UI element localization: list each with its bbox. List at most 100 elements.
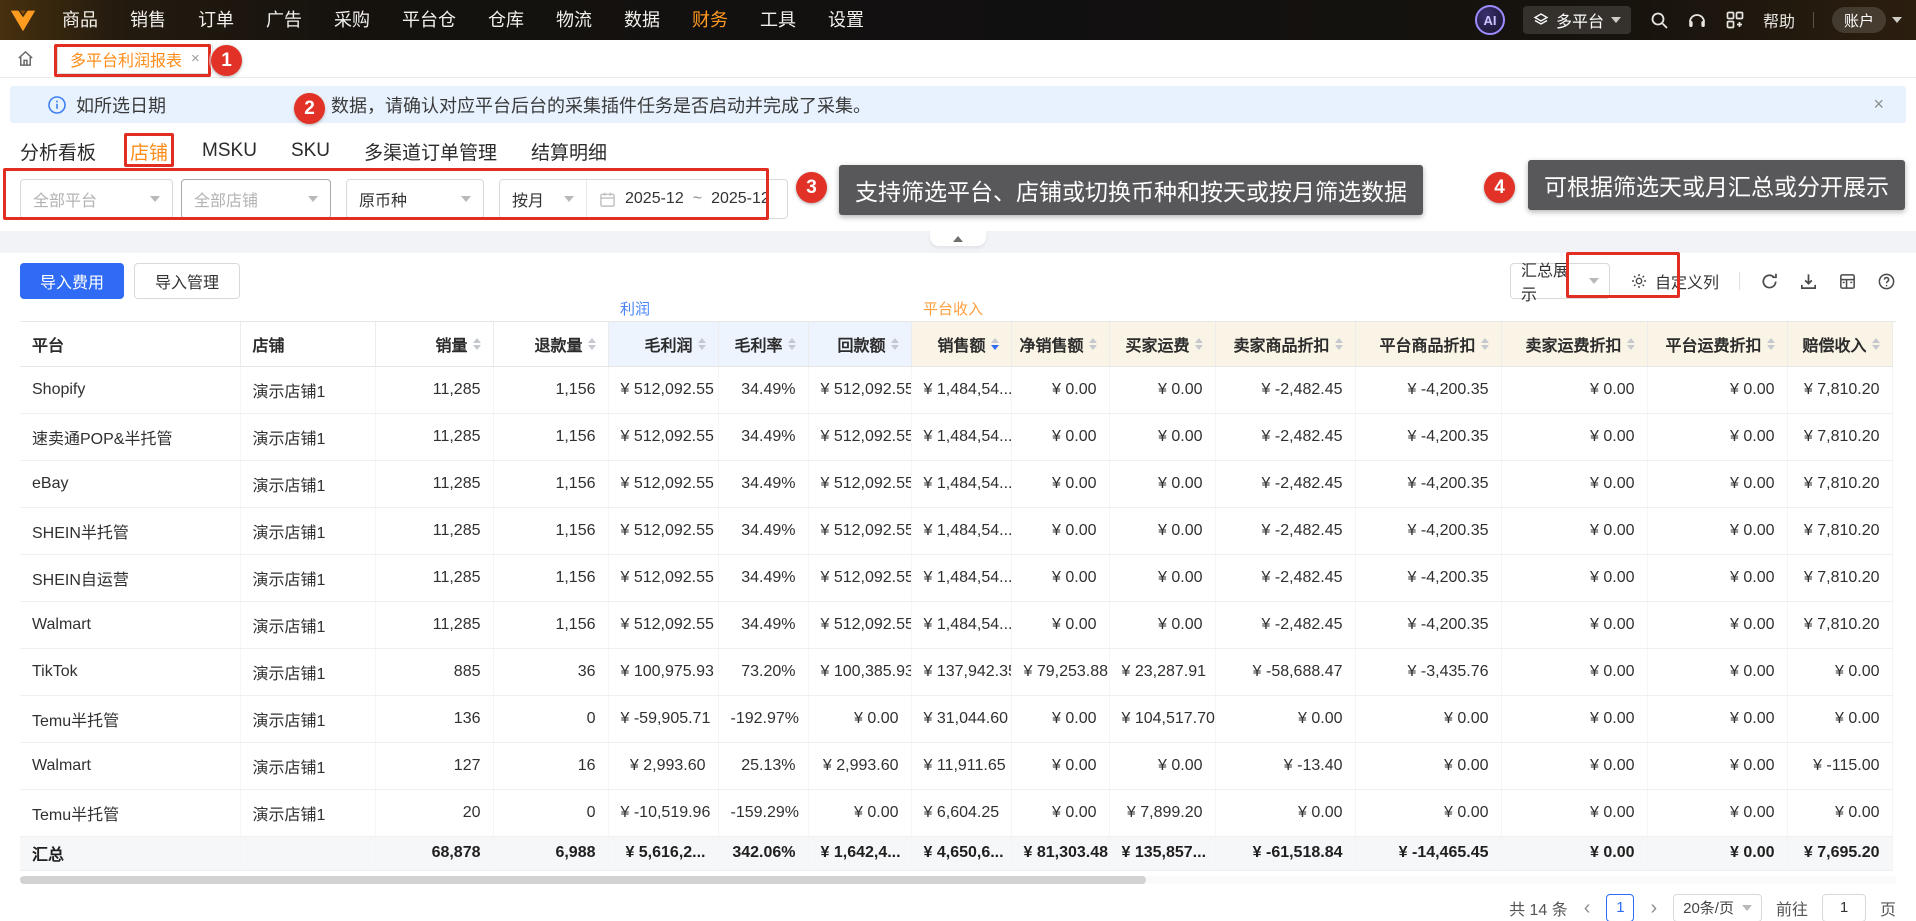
platform-switcher[interactable]: 多平台 — [1523, 6, 1631, 34]
cell-sales_qty: 136 — [375, 695, 493, 742]
cell-platform_shipping_discount: ¥ 0.00 — [1647, 366, 1787, 413]
collapse-filter-button[interactable] — [930, 231, 986, 246]
help-link[interactable]: 帮助 — [1763, 8, 1795, 32]
cell-net_sales: ¥ 0.00 — [1011, 601, 1109, 648]
cell-gross_margin: 34.49% — [718, 413, 808, 460]
sort-carets-icon[interactable] — [891, 338, 899, 350]
subtab-MSKU[interactable]: MSKU — [202, 140, 257, 162]
sort-carets-icon[interactable] — [788, 338, 796, 350]
summary-cell-sales_amount: ¥ 4,650,6... — [911, 836, 1011, 870]
display-mode-select[interactable]: 汇总展示 — [1510, 263, 1610, 299]
nav-item-设置[interactable]: 设置 — [812, 0, 880, 40]
column-header-buyer_shipping[interactable]: 买家运费 — [1109, 322, 1215, 366]
apps-grid-icon[interactable] — [1725, 10, 1745, 30]
subtab-SKU[interactable]: SKU — [291, 140, 330, 162]
report-table-icon[interactable] — [1838, 272, 1857, 291]
download-icon[interactable] — [1799, 272, 1818, 291]
subtab-多渠道订单管理[interactable]: 多渠道订单管理 — [364, 138, 497, 165]
close-icon[interactable]: × — [191, 50, 200, 67]
tab-multi-platform-profit-report[interactable]: 多平台利润报表 × — [57, 44, 213, 74]
date-range-picker[interactable]: 2025-12 ~ 2025-12 — [586, 180, 782, 218]
refresh-icon[interactable] — [1760, 272, 1779, 291]
home-icon[interactable] — [16, 49, 35, 68]
nav-item-数据[interactable]: 数据 — [608, 0, 676, 40]
ai-assistant-button[interactable]: AI — [1475, 5, 1505, 35]
table-row: SHEIN自运营演示店铺111,2851,156¥ 512,092.5534.4… — [20, 554, 1892, 601]
store-filter-select[interactable]: 全部店铺 — [181, 179, 331, 219]
nav-item-销售[interactable]: 销售 — [114, 0, 182, 40]
nav-item-仓库[interactable]: 仓库 — [472, 0, 540, 40]
prev-page-button[interactable]: ‹ — [1582, 898, 1593, 918]
nav-item-平台仓[interactable]: 平台仓 — [386, 0, 472, 40]
sort-carets-icon[interactable] — [1872, 338, 1880, 350]
nav-item-订单[interactable]: 订单 — [182, 0, 250, 40]
sort-carets-icon[interactable] — [1089, 338, 1097, 350]
page-size-select[interactable]: 20条/页 — [1673, 894, 1762, 921]
column-header-payment_amount[interactable]: 回款额 — [808, 322, 911, 366]
sort-carets-icon[interactable] — [1335, 338, 1343, 350]
column-header-net_sales[interactable]: 净销售额 — [1011, 322, 1109, 366]
sort-carets-icon[interactable] — [1481, 338, 1489, 350]
horizontal-scrollbar[interactable] — [20, 876, 1896, 884]
next-page-button[interactable]: › — [1648, 898, 1659, 918]
sort-carets-icon[interactable] — [473, 338, 481, 350]
subtab-结算明细[interactable]: 结算明细 — [531, 138, 607, 165]
headset-icon[interactable] — [1687, 10, 1707, 30]
column-header-platform_shipping_discount[interactable]: 平台运费折扣 — [1647, 322, 1787, 366]
cell-gross_profit: ¥ 512,092.55 — [608, 413, 718, 460]
column-header-sales_qty[interactable]: 销量 — [375, 322, 493, 366]
subtab-店铺[interactable]: 店铺 — [130, 138, 168, 165]
scrollbar-thumb[interactable] — [20, 876, 1146, 884]
sort-carets-icon[interactable] — [1627, 338, 1635, 350]
column-header-seller_item_discount[interactable]: 卖家商品折扣 — [1215, 322, 1355, 366]
import-expense-button[interactable]: 导入费用 — [20, 263, 124, 299]
summary-cell-gross_profit: ¥ 5,616,2... — [608, 836, 718, 870]
column-header-sales_amount[interactable]: 销售额 — [911, 322, 1011, 366]
cell-gross_profit: ¥ 512,092.55 — [608, 601, 718, 648]
import-manage-button[interactable]: 导入管理 — [134, 263, 240, 299]
column-label: 平台运费折扣 — [1665, 332, 1761, 356]
currency-filter-select[interactable]: 原币种 — [346, 179, 484, 219]
summary-cell-refund_qty: 6,988 — [493, 836, 608, 870]
column-header-seller_shipping_discount[interactable]: 卖家运费折扣 — [1501, 322, 1647, 366]
column-header-gross_margin[interactable]: 毛利率 — [718, 322, 808, 366]
brand-logo[interactable] — [0, 5, 46, 35]
tab-label: 多平台利润报表 — [70, 47, 182, 71]
column-header-platform_item_discount[interactable]: 平台商品折扣 — [1355, 322, 1501, 366]
column-header-refund_qty[interactable]: 退款量 — [493, 322, 608, 366]
banner-close-icon[interactable]: × — [1873, 94, 1884, 115]
cell-net_sales: ¥ 0.00 — [1011, 695, 1109, 742]
store-filter-value: 全部店铺 — [194, 187, 258, 211]
nav-item-广告[interactable]: 广告 — [250, 0, 318, 40]
nav-item-采购[interactable]: 采购 — [318, 0, 386, 40]
nav-item-工具[interactable]: 工具 — [744, 0, 812, 40]
sort-carets-icon[interactable] — [991, 338, 999, 350]
platform-filter-select[interactable]: 全部平台 — [20, 179, 173, 219]
sort-carets-icon[interactable] — [698, 338, 706, 350]
filter-bar: 全部平台 全部店铺 原币种 按月 2025-12 — [0, 173, 1916, 231]
subtab-分析看板[interactable]: 分析看板 — [20, 138, 96, 165]
nav-item-物流[interactable]: 物流 — [540, 0, 608, 40]
help-icon[interactable] — [1877, 272, 1896, 291]
sort-carets-icon[interactable] — [1767, 338, 1775, 350]
page-number-button[interactable]: 1 — [1606, 894, 1634, 921]
nav-item-财务[interactable]: 财务 — [676, 0, 744, 40]
custom-columns-button[interactable]: 自定义列 — [1630, 269, 1719, 293]
table-row: Shopify演示店铺111,2851,156¥ 512,092.5534.49… — [20, 366, 1892, 413]
goto-page-input[interactable]: 1 — [1822, 894, 1866, 921]
cell-store: 演示店铺1 — [240, 460, 375, 507]
cell-payment_amount: ¥ 2,993.60 — [808, 742, 911, 789]
sort-carets-icon[interactable] — [588, 338, 596, 350]
column-header-gross_profit[interactable]: 毛利润 — [608, 322, 718, 366]
cell-store: 演示店铺1 — [240, 554, 375, 601]
summary-cell-compensation_income: ¥ 7,695.20 — [1787, 836, 1892, 870]
column-header-compensation_income[interactable]: 赔偿收入 — [1787, 322, 1892, 366]
account-menu[interactable]: 账户 — [1832, 7, 1902, 33]
search-icon[interactable] — [1649, 10, 1669, 30]
nav-item-商品[interactable]: 商品 — [46, 0, 114, 40]
column-label: 平台 — [32, 332, 64, 356]
granularity-select[interactable]: 按月 — [500, 180, 586, 218]
cell-compensation_income: ¥ -115.00 — [1787, 742, 1892, 789]
sort-carets-icon[interactable] — [1195, 338, 1203, 350]
cell-sales_amount: ¥ 31,044.60 — [911, 695, 1011, 742]
